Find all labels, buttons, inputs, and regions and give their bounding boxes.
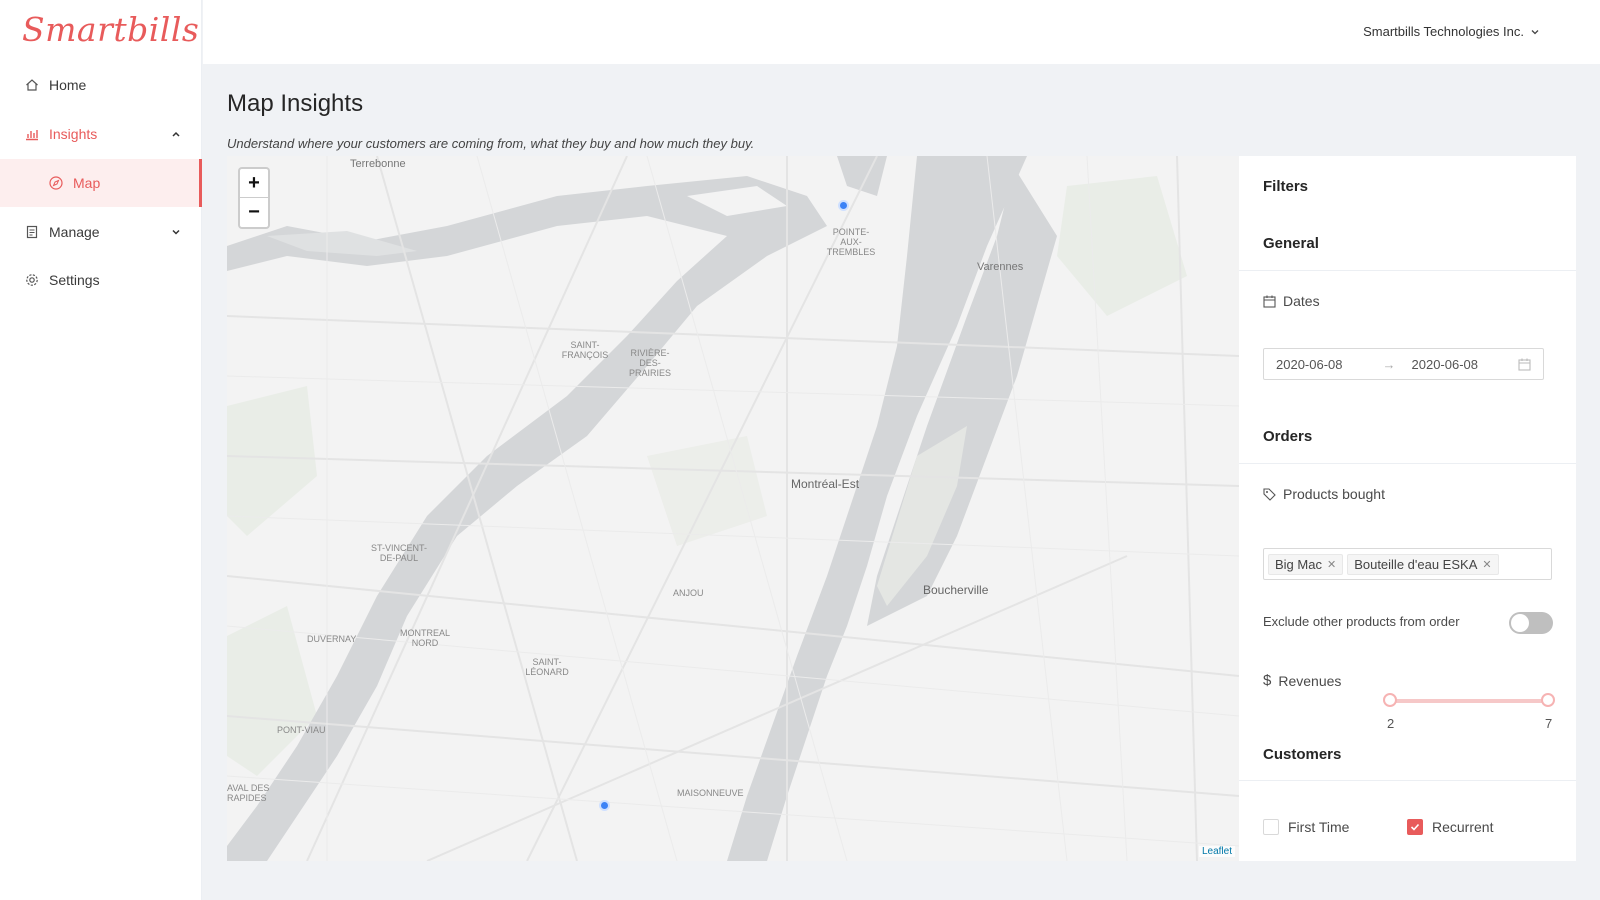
map-label-saint-leonard: SAINT-LÉONARD	[525, 657, 569, 677]
chevron-down-icon	[1531, 29, 1539, 34]
revenue-min-value: 2	[1387, 716, 1395, 731]
products-select[interactable]: Big Mac ✕ Bouteille d'eau ESKA ✕	[1263, 548, 1552, 580]
revenue-slider-max-handle[interactable]	[1541, 693, 1555, 707]
chevron-up-icon	[172, 131, 180, 137]
exclude-products-label: Exclude other products from order	[1263, 614, 1460, 629]
orders-section-title: Orders	[1263, 428, 1313, 445]
sidebar-item-label: Home	[49, 77, 87, 93]
calendar-icon	[1263, 295, 1276, 308]
map-label-duvernay: DUVERNAY	[307, 634, 357, 644]
recurrent-label: Recurrent	[1432, 819, 1494, 835]
recurrent-checkbox[interactable]	[1407, 819, 1423, 835]
top-header: Smartbills Technologies Inc.	[203, 0, 1600, 64]
map-label-maisonneuve: MAISONNEUVE	[677, 788, 744, 798]
revenue-slider-min-handle[interactable]	[1383, 693, 1397, 707]
map-label-st-vincent: ST-VINCENT-DE-PAUL	[370, 543, 427, 563]
compass-icon	[48, 175, 64, 191]
product-tag: Big Mac ✕	[1268, 553, 1344, 575]
dates-label: Dates	[1263, 293, 1320, 309]
zoom-control: + −	[238, 167, 270, 229]
map-label-saint-francois: SAINT-FRANÇOIS	[561, 340, 609, 360]
page-subtitle: Understand where your customers are comi…	[227, 136, 755, 151]
bar-chart-icon	[24, 126, 40, 142]
section-divider	[1239, 780, 1576, 781]
map-view[interactable]: + − Terrebonne POINTE-AUX-TREMBLES Varen…	[227, 156, 1239, 861]
company-name: Smartbills Technologies Inc.	[1363, 24, 1524, 39]
map-label-varennes: Varennes	[977, 261, 1024, 273]
first-time-label: First Time	[1288, 819, 1350, 835]
map-label-pont-viau: PONT-VIAU	[277, 725, 326, 735]
map-label-riviere: RIVIÈRE-DES-PRAIRIES	[628, 348, 671, 378]
brand-logo[interactable]: Smartbills	[22, 10, 199, 49]
sidebar-item-label: Manage	[49, 224, 100, 240]
sidebar-item-map[interactable]: Map	[0, 159, 202, 207]
sidebar-item-home[interactable]: Home	[0, 61, 202, 109]
close-icon[interactable]: ✕	[1482, 558, 1491, 571]
sidebar-item-label: Insights	[49, 126, 98, 142]
zoom-out-button[interactable]: −	[240, 198, 268, 227]
sidebar-item-settings[interactable]: Settings	[0, 256, 202, 304]
date-range-picker[interactable]: 2020-06-08 → 2020-06-08	[1263, 348, 1544, 380]
map-tiles	[227, 156, 1239, 861]
filters-title: Filters	[1263, 178, 1309, 195]
revenue-slider-track[interactable]	[1389, 699, 1549, 703]
filters-panel: Filters General Dates 2020-06-08 → 2020-…	[1239, 156, 1576, 861]
map-label-anjou: ANJOU	[673, 588, 704, 598]
tag-icon	[1263, 487, 1276, 501]
map-marker[interactable]	[599, 800, 610, 811]
zoom-in-button[interactable]: +	[240, 169, 268, 198]
sidebar-item-label: Settings	[49, 272, 100, 288]
clipboard-icon	[24, 224, 40, 240]
map-label-aval: AVAL DES RAPIDES	[227, 783, 270, 803]
gear-icon	[24, 272, 40, 288]
sidebar-item-label: Map	[73, 175, 101, 191]
customers-section-title: Customers	[1263, 746, 1342, 763]
toggle-knob	[1511, 614, 1529, 632]
map-label-terrebonne: Terrebonne	[350, 158, 406, 170]
map-attribution[interactable]: Leaflet	[1198, 846, 1235, 857]
calendar-icon	[1518, 358, 1531, 371]
company-switcher[interactable]: Smartbills Technologies Inc.	[1363, 24, 1540, 39]
close-icon[interactable]: ✕	[1327, 558, 1336, 571]
date-end-input[interactable]: 2020-06-08	[1412, 357, 1479, 372]
map-marker[interactable]	[838, 200, 849, 211]
section-divider	[1239, 463, 1576, 464]
home-icon	[24, 77, 40, 93]
arrow-right-icon: →	[1382, 356, 1396, 372]
sidebar: Smartbills Home Insights Map Manage Sett…	[0, 0, 202, 900]
general-section-title: General	[1263, 235, 1319, 252]
sidebar-item-insights[interactable]: Insights	[0, 110, 202, 158]
date-start-input[interactable]: 2020-06-08	[1276, 357, 1343, 372]
map-label-pointe: POINTE-AUX-TREMBLES	[826, 227, 876, 257]
sidebar-item-manage[interactable]: Manage	[0, 208, 202, 256]
map-label-montreal-nord: MONTREAL NORD	[399, 628, 450, 648]
dollar-icon: $	[1263, 672, 1272, 689]
map-label-montreal-est: Montréal-Est	[791, 477, 860, 491]
product-tag: Bouteille d'eau ESKA ✕	[1347, 553, 1499, 575]
revenues-label: $ Revenues	[1263, 672, 1342, 689]
revenue-max-value: 7	[1545, 716, 1553, 731]
exclude-products-toggle[interactable]	[1509, 612, 1553, 634]
map-label-boucherville: Boucherville	[923, 583, 989, 597]
page-title: Map Insights	[227, 90, 364, 117]
first-time-checkbox[interactable]	[1263, 819, 1279, 835]
section-divider	[1239, 270, 1576, 271]
check-icon	[1410, 823, 1420, 831]
chevron-down-icon	[172, 229, 180, 235]
products-label: Products bought	[1263, 486, 1385, 502]
